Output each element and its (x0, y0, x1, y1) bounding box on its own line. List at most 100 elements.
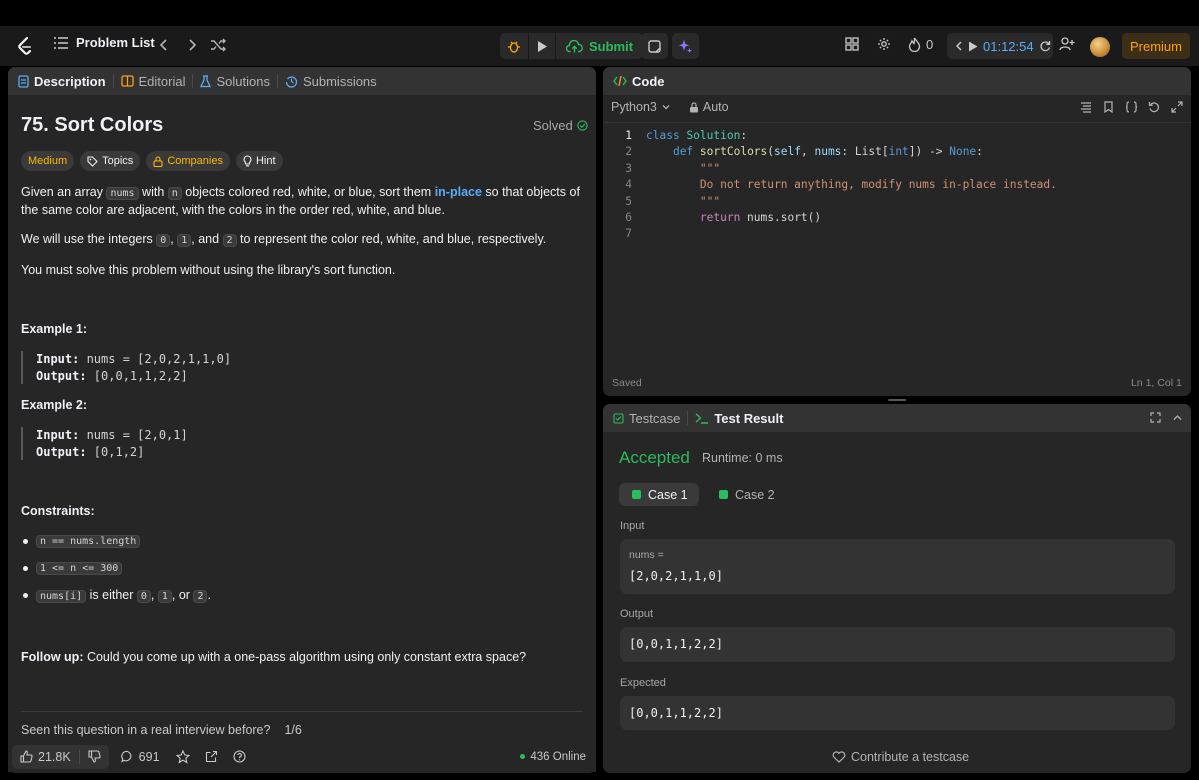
add-user-icon[interactable] (1059, 37, 1075, 51)
code-editor[interactable]: 1 class Solution: 2 def sortColors(self, … (620, 128, 1057, 243)
help-icon[interactable] (232, 750, 246, 763)
chevron-up-icon[interactable] (1172, 412, 1183, 423)
interview-prompt[interactable]: Seen this question in a real interview b… (21, 722, 581, 739)
online-dot (520, 754, 526, 759)
input-box: nums = [2,0,2,1,1,0] (620, 539, 1175, 594)
description-footer: 21.8K 691 436 Online (8, 741, 596, 772)
submit-button[interactable]: Submit (556, 33, 643, 59)
leetcode-logo-icon[interactable] (16, 36, 34, 56)
language-selector[interactable]: Python3 Auto (611, 100, 729, 114)
run-button[interactable] (529, 33, 555, 59)
contribute-testcase-button[interactable]: Contribute a testcase (832, 750, 969, 764)
play-icon (536, 40, 548, 53)
grid-icon[interactable] (845, 37, 859, 51)
contribute-label: Contribute a testcase (851, 750, 970, 764)
inline-code: n (167, 187, 182, 200)
like-group: 21.8K (12, 744, 109, 769)
play-icon[interactable] (968, 41, 978, 52)
tab-submissions-label: Submissions (302, 73, 377, 89)
input-label: Input (620, 520, 645, 532)
inline-code: nums (106, 187, 139, 200)
shuffle-icon[interactable] (210, 37, 226, 53)
follow-up: Follow up: Could you come up with a one-… (21, 650, 527, 664)
share-icon[interactable] (205, 750, 218, 763)
thumbs-up-icon[interactable] (20, 750, 33, 763)
ai-assistant-button[interactable] (672, 33, 699, 59)
example-1-title: Example 1: (21, 322, 88, 336)
streak-count: 0 (926, 37, 934, 52)
lightbulb-icon (243, 155, 252, 167)
timer-value: 01:12:54 (983, 38, 1034, 54)
description-panel: Description Editorial Solutions Submissi… (8, 67, 596, 773)
tab-testcase[interactable]: Testcase (613, 411, 680, 426)
terminal-icon (695, 412, 709, 424)
chevron-right-icon[interactable] (186, 37, 198, 53)
companies-tag[interactable]: Companies (146, 151, 230, 171)
in-place-link[interactable]: in-place (435, 185, 482, 199)
hint-tag[interactable]: Hint (235, 151, 283, 171)
chevron-left-icon[interactable] (955, 40, 963, 52)
format-icon[interactable] (1080, 101, 1092, 113)
fire-icon (908, 37, 921, 52)
history-icon (285, 75, 298, 88)
lock-icon (153, 155, 163, 167)
companies-label: Companies (167, 155, 223, 167)
tab-editorial[interactable]: Editorial (120, 74, 185, 89)
case-1-tab[interactable]: Case 1 (619, 483, 699, 506)
braces-icon[interactable] (1125, 101, 1138, 113)
difficulty-badge: Medium (21, 151, 75, 171)
tab-code[interactable]: Code (613, 74, 665, 89)
saved-status: Saved (612, 377, 642, 389)
output-label: Output (620, 608, 654, 620)
reset-icon[interactable] (1148, 101, 1160, 113)
problem-list-button[interactable]: Problem List (54, 35, 155, 50)
comments-button[interactable]: 691 (120, 750, 160, 764)
inline-code: 2 (222, 234, 237, 247)
tab-test-result[interactable]: Test Result (695, 411, 783, 426)
refresh-icon[interactable] (1039, 40, 1051, 52)
avatar[interactable] (1090, 37, 1110, 57)
thumbs-down-icon[interactable] (88, 750, 101, 763)
lock-icon (689, 101, 699, 113)
timer[interactable]: 01:12:54 (947, 33, 1053, 59)
tab-solutions[interactable]: Solutions (200, 74, 270, 89)
divider (603, 122, 1191, 123)
list-icon (54, 36, 68, 49)
submit-label: Submit (589, 38, 634, 54)
like-count[interactable]: 21.8K (38, 750, 71, 764)
case-1-label: Case 1 (648, 487, 688, 502)
case-2-tab[interactable]: Case 2 (706, 483, 786, 506)
bookmark-icon[interactable] (1103, 101, 1114, 113)
chevron-down-icon (661, 103, 671, 111)
streak-counter[interactable]: 0 (908, 37, 933, 52)
document-icon (18, 74, 29, 88)
mode-label[interactable]: Auto (703, 100, 729, 114)
tab-submissions[interactable]: Submissions (285, 74, 377, 89)
topics-tag[interactable]: Topics (80, 151, 141, 171)
divider (21, 711, 583, 712)
note-button[interactable] (641, 33, 668, 59)
flask-icon (200, 74, 212, 88)
tab-description[interactable]: Description (18, 74, 106, 89)
gear-icon[interactable] (877, 37, 891, 51)
input-value: [2,0,2,1,1,0] (629, 569, 723, 583)
inline-code: 0 (156, 234, 171, 247)
online-count: 436 Online (520, 751, 586, 763)
debug-button[interactable] (500, 33, 528, 59)
interview-pager: 1/6 (284, 723, 302, 737)
chevron-left-icon[interactable] (158, 37, 170, 53)
example-1-block: Input: nums = [2,0,2,1,1,0] Output: [0,0… (21, 351, 231, 384)
expand-icon[interactable] (1171, 101, 1183, 113)
hint-label: Hint (255, 155, 276, 167)
resize-handle[interactable] (888, 399, 906, 401)
run-submit-group: Submit (500, 33, 644, 59)
star-icon[interactable] (175, 749, 190, 764)
maximize-icon[interactable] (1150, 412, 1161, 423)
constraint-item: nums[i] is either 0, 1, or 2. (23, 588, 211, 603)
tab-testcase-label: Testcase (629, 410, 681, 426)
example-2-title: Example 2: (21, 398, 88, 412)
verdict: Accepted (619, 448, 690, 467)
test-result-tabs: Testcase Test Result (603, 404, 1191, 432)
premium-button[interactable]: Premium (1122, 33, 1190, 59)
runtime: Runtime: 0 ms (702, 451, 783, 465)
